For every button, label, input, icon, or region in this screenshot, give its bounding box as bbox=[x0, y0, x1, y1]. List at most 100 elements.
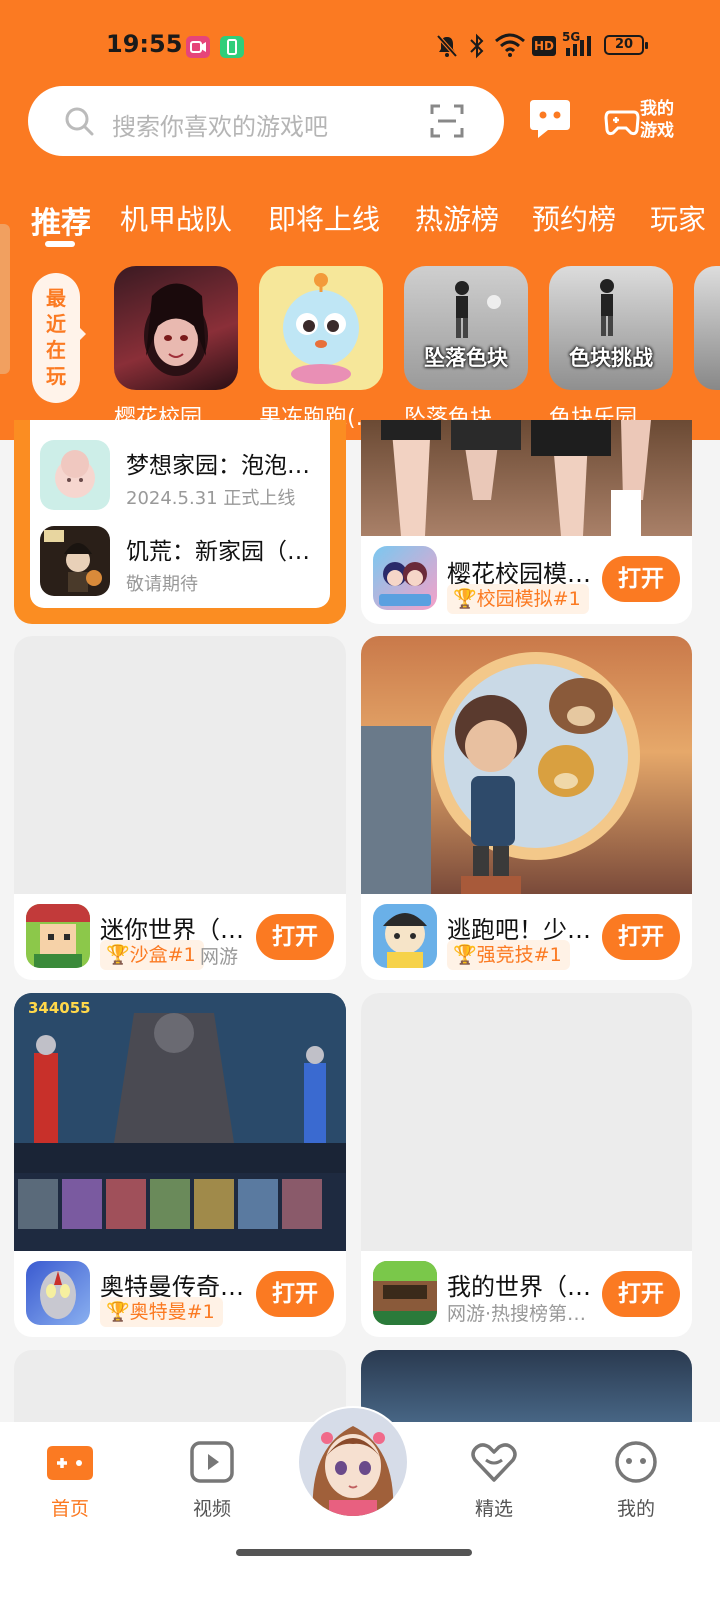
game-icon bbox=[26, 1261, 90, 1325]
game-thumbnail: 坠落色块 bbox=[404, 266, 528, 390]
home-indicator[interactable] bbox=[236, 1549, 472, 1556]
my-games-button[interactable]: 我的游戏 bbox=[604, 98, 680, 144]
tab-coming-soon[interactable]: 即将上线 bbox=[268, 198, 380, 238]
wifi-icon bbox=[494, 32, 526, 62]
game-card-partial[interactable] bbox=[361, 1350, 692, 1430]
upcoming-status: 2024.5.31 正式上线 bbox=[126, 488, 296, 509]
game-card[interactable]: 344055 奥特曼传奇… 🏆奥特曼#1 打开 bbox=[14, 993, 346, 1337]
game-thumbnail bbox=[114, 266, 238, 390]
tab-indicator bbox=[45, 241, 75, 247]
upcoming-title: 梦想家园：泡泡… bbox=[126, 453, 310, 479]
gamepad-icon bbox=[604, 110, 640, 136]
trophy-icon: 🏆 bbox=[453, 588, 477, 610]
game-icon bbox=[373, 546, 437, 610]
video-icon bbox=[190, 1441, 234, 1483]
rank-badge-text: 奥特曼#1 bbox=[129, 1301, 215, 1323]
recent-game[interactable]: 色块挑战 色块乐园… bbox=[549, 266, 673, 432]
game-genre: 网游·热搜榜第… bbox=[447, 1303, 587, 1325]
nav-me[interactable]: 我的 bbox=[591, 1440, 681, 1521]
screen-record-icon bbox=[186, 36, 210, 58]
profile-face-icon bbox=[615, 1441, 657, 1483]
battery-icon: 20 bbox=[604, 35, 648, 55]
status-bar: 19:55 HD 5G 20 bbox=[0, 0, 720, 90]
nav-label: 首页 bbox=[50, 1498, 89, 1520]
header: 19:55 HD 5G 20 搜索你喜欢的游戏吧 我的游戏 推荐 机甲战队 即将… bbox=[0, 0, 720, 440]
game-icon bbox=[373, 1261, 437, 1325]
signal-icon: 5G bbox=[562, 30, 598, 62]
search-bar[interactable]: 搜索你喜欢的游戏吧 bbox=[28, 86, 504, 156]
upcoming-list: 梦想家园：泡泡… 2024.5.31 正式上线 饥荒：新家园（… 敬请期待 bbox=[30, 420, 330, 608]
game-banner bbox=[361, 420, 692, 536]
game-icon bbox=[40, 440, 110, 510]
open-button[interactable]: 打开 bbox=[602, 556, 680, 602]
nav-featured[interactable]: 精选 bbox=[449, 1440, 539, 1521]
battery-level: 20 bbox=[614, 37, 634, 52]
tab-mecha-team[interactable]: 机甲战队 bbox=[120, 198, 232, 238]
nav-label: 视频 bbox=[192, 1498, 231, 1520]
bottom-nav: 首页 视频 精选 我的 bbox=[0, 1406, 720, 1600]
scan-icon[interactable] bbox=[430, 104, 464, 142]
game-card[interactable]: 樱花校园模… 🏆校园模拟#1 打开 bbox=[361, 420, 692, 624]
game-thumbnail bbox=[259, 266, 383, 390]
tab-reservation[interactable]: 预约榜 bbox=[532, 198, 616, 238]
nav-label: 精选 bbox=[474, 1498, 513, 1520]
tab-players[interactable]: 玩家 bbox=[650, 198, 706, 238]
upcoming-item[interactable]: 梦想家园：泡泡… 2024.5.31 正式上线 bbox=[40, 440, 320, 510]
game-icon bbox=[373, 904, 437, 968]
mute-icon bbox=[436, 34, 458, 62]
avatar bbox=[299, 1408, 407, 1516]
upcoming-item[interactable]: 饥荒：新家园（… 敬请期待 bbox=[40, 526, 320, 596]
recently-played-label: 最近在玩 bbox=[32, 273, 80, 403]
score-text: 344055 bbox=[28, 999, 91, 1017]
hd-badge: HD bbox=[532, 36, 556, 56]
gamepad-icon bbox=[47, 1446, 93, 1480]
category-tabs: 推荐 机甲战队 即将上线 热游榜 预约榜 玩家 bbox=[0, 190, 720, 254]
rank-badge-text: 强竞技#1 bbox=[476, 944, 562, 966]
game-card[interactable]: 逃跑吧！少… 🏆强竞技#1 打开 bbox=[361, 636, 692, 980]
rank-badge: 🏆校园模拟#1 bbox=[447, 584, 589, 614]
tab-hot-games[interactable]: 热游榜 bbox=[415, 198, 499, 238]
recent-game-partial[interactable] bbox=[694, 266, 720, 390]
battery-app-icon bbox=[220, 36, 244, 58]
open-button[interactable]: 打开 bbox=[256, 1271, 334, 1317]
trophy-icon: 🏆 bbox=[453, 944, 477, 966]
upcoming-status: 敬请期待 bbox=[126, 574, 198, 595]
bluetooth-icon bbox=[468, 33, 486, 63]
thumbnail-caption: 坠落色块 bbox=[424, 346, 508, 370]
recent-game[interactable]: 樱花校园… bbox=[114, 266, 238, 432]
game-card[interactable]: 迷你世界（… 🏆沙盒#1 网游 打开 bbox=[14, 636, 346, 980]
game-banner-placeholder bbox=[14, 636, 346, 894]
search-placeholder: 搜索你喜欢的游戏吧 bbox=[112, 113, 328, 141]
edge-handle[interactable] bbox=[0, 224, 10, 374]
thumbnail-caption: 色块挑战 bbox=[569, 346, 653, 370]
rank-badge: 🏆强竞技#1 bbox=[447, 940, 570, 970]
rank-badge-text: 校园模拟#1 bbox=[476, 588, 581, 610]
game-card-partial[interactable] bbox=[14, 1350, 346, 1430]
recent-pill-arrow bbox=[78, 326, 86, 342]
message-icon[interactable] bbox=[528, 98, 572, 144]
open-button[interactable]: 打开 bbox=[602, 914, 680, 960]
game-banner bbox=[361, 636, 692, 894]
trophy-icon: 🏆 bbox=[106, 1301, 130, 1323]
nav-home[interactable]: 首页 bbox=[25, 1440, 115, 1521]
nav-video[interactable]: 视频 bbox=[167, 1440, 257, 1521]
open-button[interactable]: 打开 bbox=[602, 1271, 680, 1317]
trophy-icon: 🏆 bbox=[106, 944, 130, 966]
tab-recommend[interactable]: 推荐 bbox=[31, 198, 91, 242]
game-banner: 344055 bbox=[14, 993, 346, 1251]
rank-badge: 🏆沙盒#1 bbox=[100, 940, 204, 970]
game-icon bbox=[26, 904, 90, 968]
recent-game[interactable]: 坠落色块 坠落色块… bbox=[404, 266, 528, 432]
game-icon bbox=[40, 526, 110, 596]
rank-badge: 🏆奥特曼#1 bbox=[100, 1297, 223, 1327]
game-banner-placeholder bbox=[361, 993, 692, 1251]
search-icon bbox=[64, 106, 96, 142]
recent-game[interactable]: 果冻跑跑(… bbox=[259, 266, 383, 432]
center-avatar[interactable] bbox=[297, 1406, 409, 1518]
status-time: 19:55 bbox=[106, 30, 183, 58]
game-card[interactable]: 我的世界（… 网游·热搜榜第… 打开 bbox=[361, 993, 692, 1337]
game-title: 我的世界（… bbox=[447, 1273, 591, 1301]
heart-icon bbox=[471, 1443, 517, 1482]
open-button[interactable]: 打开 bbox=[256, 914, 334, 960]
network-type: 5G bbox=[562, 30, 581, 44]
